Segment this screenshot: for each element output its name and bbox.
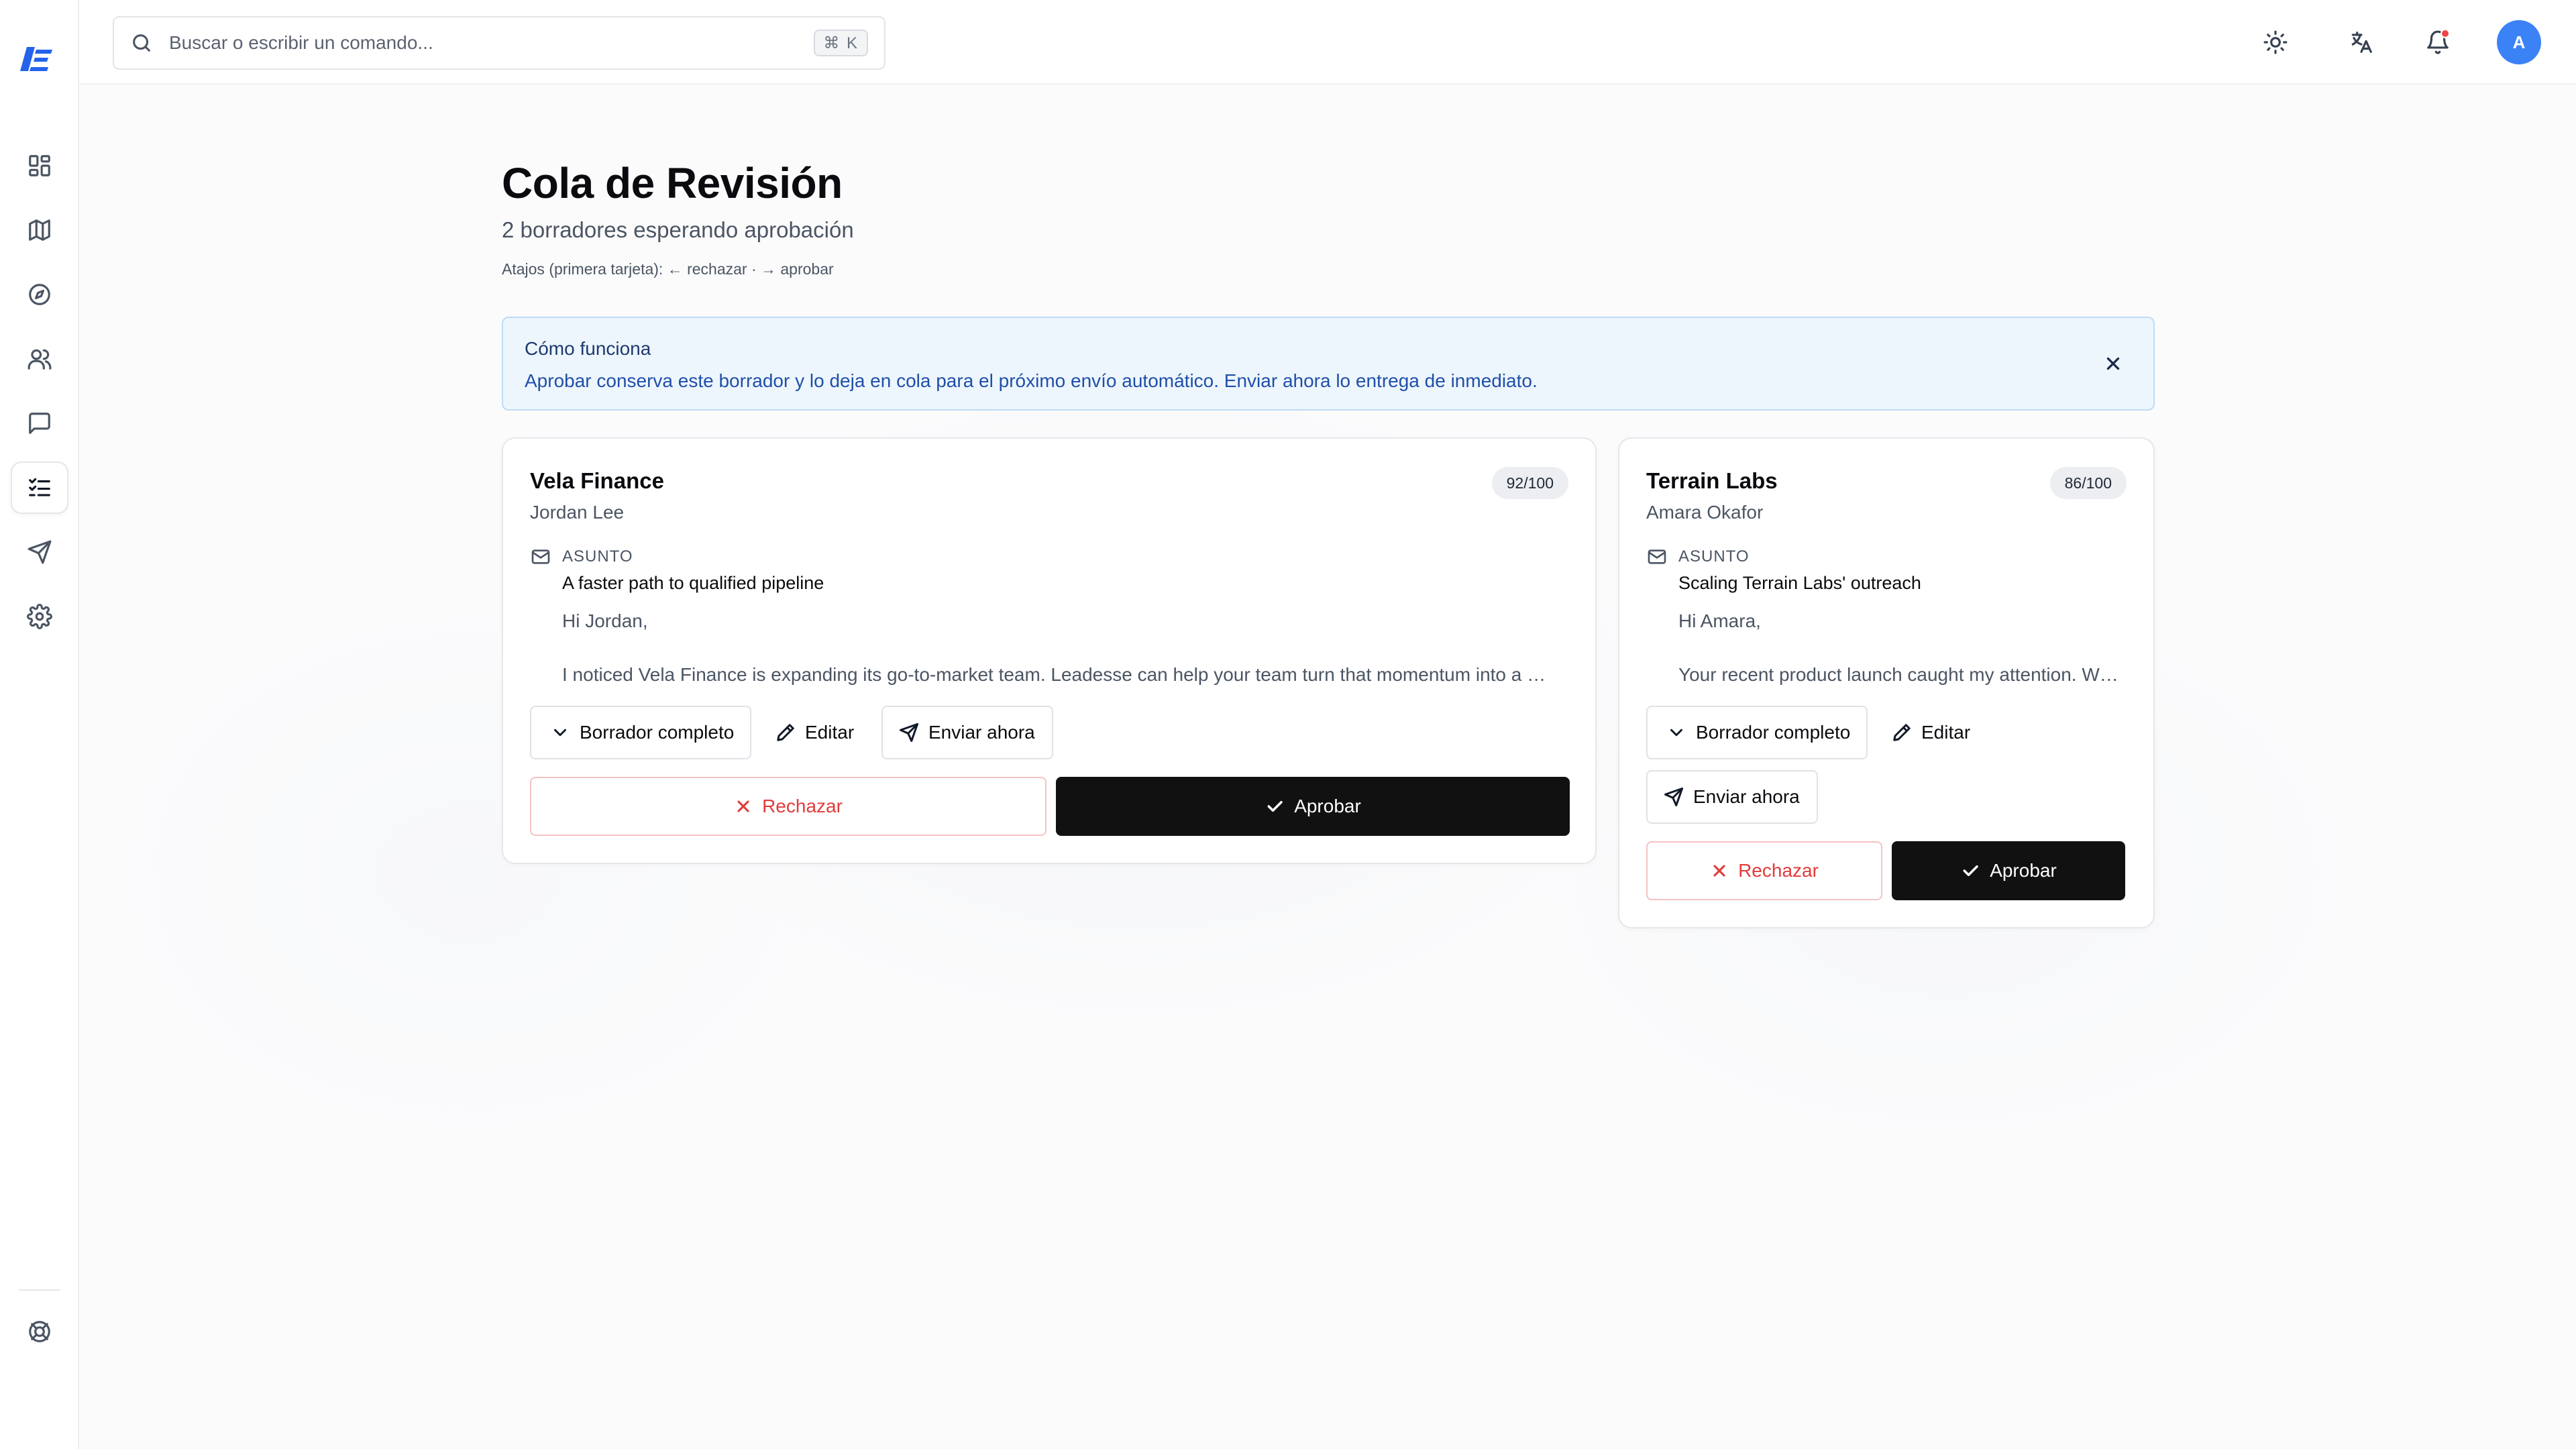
contact-name: Amara Okafor [1646, 502, 1764, 523]
keyboard-shortcuts-hint: Atajos (primera tarjeta): ← rechazar · →… [502, 260, 834, 278]
sun-icon [2263, 30, 2288, 54]
help-lifebuoy-icon [29, 1321, 50, 1342]
email-greeting: Hi Jordan, [562, 610, 648, 631]
edit-label: Editar [1921, 722, 1971, 743]
theme-toggle-button[interactable] [2254, 21, 2297, 64]
dashboard-icon [29, 155, 50, 176]
reject-button[interactable]: Rechazar [530, 777, 1046, 836]
draft-card: Terrain Labs Amara Okafor 86/100 ASUNTO … [1618, 437, 2155, 928]
how-it-works-banner: Cómo funciona Aprobar conserva este borr… [502, 317, 2155, 411]
nav-outbox[interactable] [11, 526, 68, 578]
app-logo[interactable] [17, 43, 62, 75]
check-icon [1267, 801, 1283, 812]
approve-label: Aprobar [1294, 796, 1361, 816]
send-icon [1664, 787, 1684, 807]
sidebar [0, 0, 79, 1449]
command-search[interactable]: Buscar o escribir un comando... ⌘ K [113, 16, 885, 70]
edit-label: Editar [805, 722, 855, 743]
sidebar-divider [19, 1289, 60, 1291]
reject-label: Rechazar [1738, 860, 1819, 881]
company-name: Terrain Labs [1646, 468, 1778, 493]
info-text: Aprobar conserva este borrador y lo deja… [525, 370, 1538, 391]
send-now-button[interactable]: Enviar ahora [881, 706, 1053, 759]
settings-icon [27, 604, 52, 629]
approve-label: Aprobar [1990, 860, 2057, 881]
send-now-label: Enviar ahora [928, 722, 1035, 743]
send-icon [28, 540, 52, 564]
email-greeting: Hi Amara, [1678, 610, 1761, 631]
email-preview: I noticed Vela Finance is expanding its … [562, 664, 1546, 685]
nav-explore[interactable] [11, 268, 68, 321]
nav-messages[interactable] [11, 397, 68, 449]
chevron-down-icon [550, 722, 570, 743]
notification-dot [2440, 29, 2450, 38]
nav-review-queue[interactable] [11, 462, 68, 514]
nav-help[interactable] [11, 1305, 68, 1358]
score-badge: 86/100 [2049, 467, 2127, 499]
full-draft-button[interactable]: Borrador completo [1646, 706, 1868, 759]
page-title: Cola de Revisión [502, 159, 843, 207]
company-name: Vela Finance [530, 468, 664, 493]
compass-icon [29, 284, 50, 305]
search-icon [130, 32, 153, 54]
nav-settings[interactable] [11, 590, 68, 643]
app-root: Buscar o escribir un comando... ⌘ K A Co… [0, 0, 2576, 1449]
info-title: Cómo funciona [525, 338, 651, 359]
full-draft-label: Borrador completo [1696, 722, 1851, 743]
topbar: Buscar o escribir un comando... ⌘ K A [79, 0, 2576, 85]
email-subject: A faster path to qualified pipeline [562, 573, 824, 593]
review-list-icon [29, 478, 50, 496]
nav-map[interactable] [11, 204, 68, 256]
pencil-icon [775, 722, 796, 743]
translate-icon [2351, 32, 2372, 53]
notifications-button[interactable] [2416, 21, 2459, 64]
reject-button[interactable]: Rechazar [1646, 841, 1882, 900]
score-badge: 92/100 [1491, 467, 1568, 499]
info-close-button[interactable] [2097, 347, 2129, 380]
check-icon [1963, 865, 1978, 876]
nav-dashboard[interactable] [11, 140, 68, 192]
reject-label: Rechazar [762, 796, 843, 816]
email-subject: Scaling Terrain Labs' outreach [1678, 573, 1921, 593]
approve-button[interactable]: Aprobar [1892, 841, 2125, 900]
full-draft-button[interactable]: Borrador completo [530, 706, 751, 759]
email-preview: Your recent product launch caught my att… [1678, 664, 2118, 685]
mail-icon [530, 546, 551, 568]
search-shortcut-badge: ⌘ K [814, 30, 868, 56]
search-placeholder[interactable]: Buscar o escribir un comando... [169, 32, 814, 54]
send-now-button[interactable]: Enviar ahora [1646, 770, 1818, 824]
x-icon [1713, 865, 1725, 877]
send-icon [899, 722, 919, 743]
subject-label: ASUNTO [1678, 547, 1750, 566]
language-button[interactable] [2340, 21, 2383, 64]
close-icon [2106, 357, 2120, 370]
users-icon [28, 349, 52, 370]
message-icon [29, 413, 50, 434]
edit-button[interactable]: Editar [1882, 706, 1976, 759]
approve-button[interactable]: Aprobar [1056, 777, 1570, 836]
mail-icon [1646, 546, 1668, 568]
nav-contacts[interactable] [11, 333, 68, 385]
draft-card: Vela Finance Jordan Lee 92/100 ASUNTO A … [502, 437, 1597, 864]
user-avatar[interactable]: A [2497, 20, 2541, 64]
map-icon [29, 219, 50, 241]
x-icon [737, 800, 749, 812]
pencil-icon [1892, 722, 1912, 743]
full-draft-label: Borrador completo [580, 722, 735, 743]
chevron-down-icon [1666, 722, 1686, 743]
send-now-label: Enviar ahora [1693, 786, 1800, 807]
edit-button[interactable]: Editar [766, 706, 860, 759]
contact-name: Jordan Lee [530, 502, 625, 523]
subject-label: ASUNTO [562, 547, 633, 566]
page-subtitle: 2 borradores esperando aprobación [502, 217, 854, 242]
